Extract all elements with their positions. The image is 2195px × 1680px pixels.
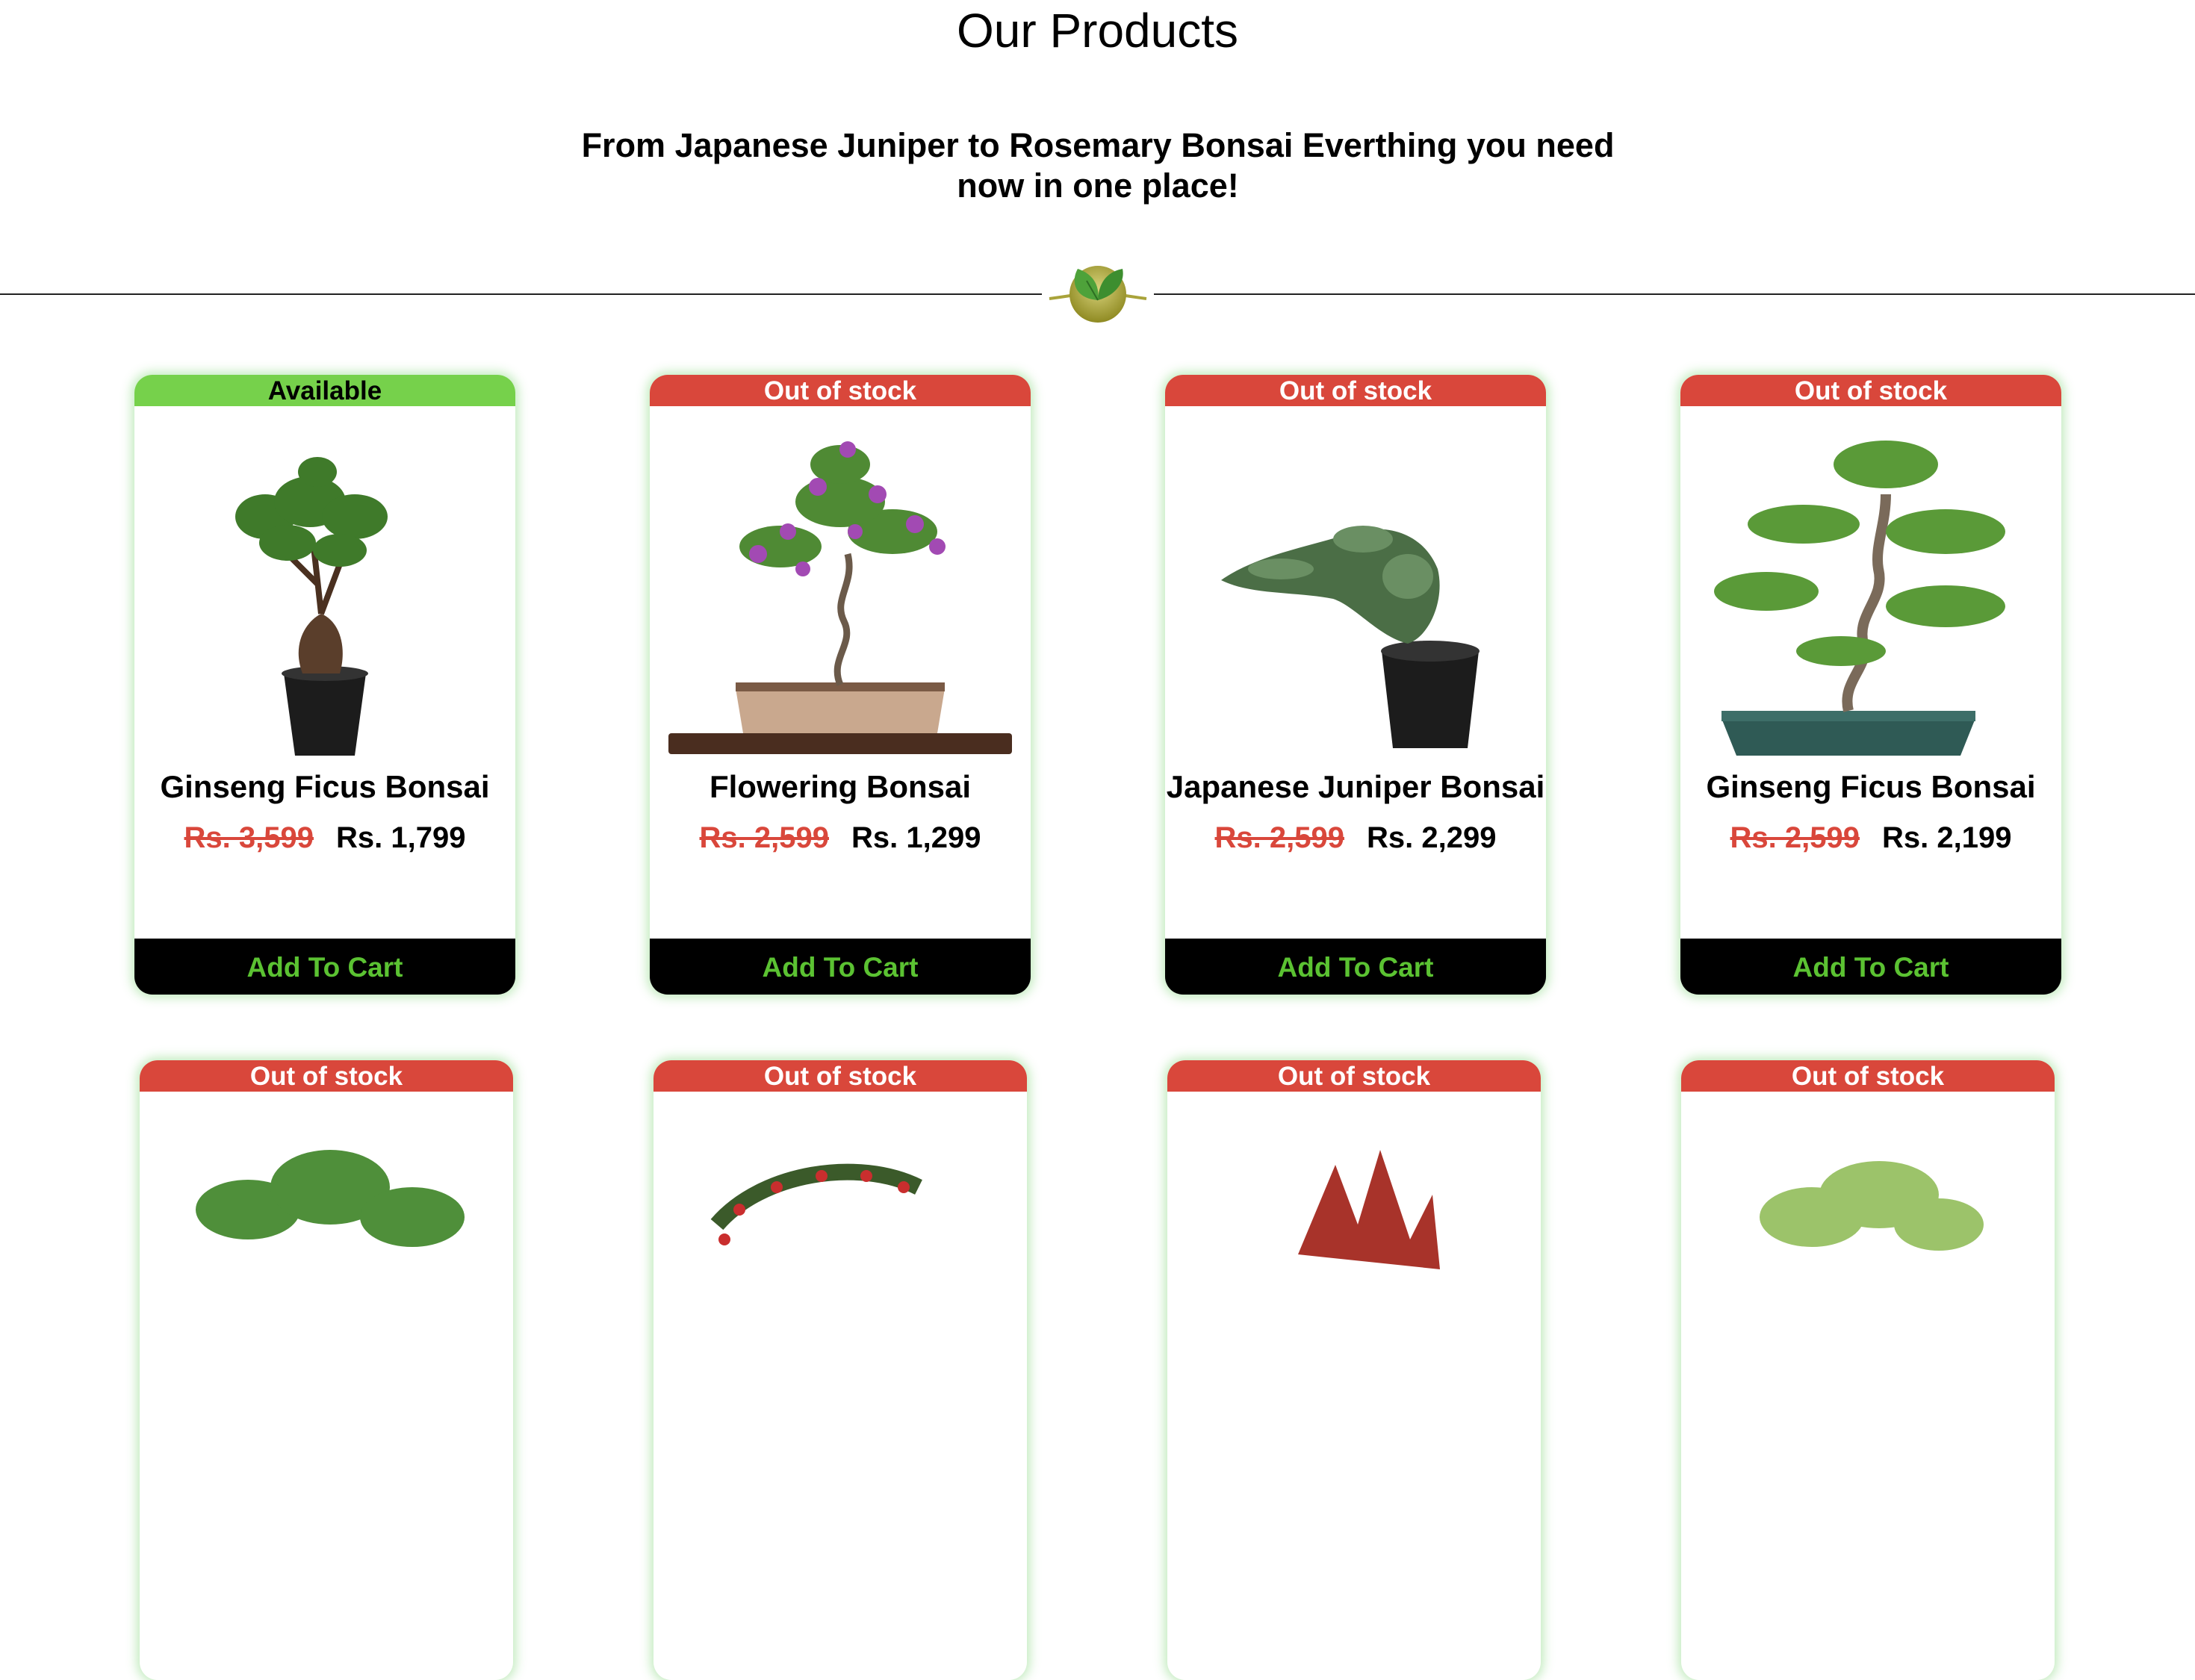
subtitle-line-1: From Japanese Juniper to Rosemary Bonsai… xyxy=(581,126,1615,164)
price-row: Rs. 2,599 Rs. 2,299 xyxy=(1165,821,1546,855)
berry-bonsai-image xyxy=(710,1163,922,1245)
sale-price: Rs. 1,299 xyxy=(851,821,981,854)
sale-price: Rs. 2,299 xyxy=(1367,821,1497,854)
light-green-bonsai-image xyxy=(1760,1161,1984,1251)
ficus-in-black-pot-image xyxy=(235,457,388,756)
availability-badge: Out of stock xyxy=(1167,1060,1541,1092)
price-row: Rs. 2,599 Rs. 1,299 xyxy=(650,821,1031,855)
jade-bonsai-image xyxy=(196,1150,465,1247)
product-card: Available Ginseng Ficus Bonsai Rs. 3,599… xyxy=(134,375,515,995)
section-divider-left xyxy=(0,293,1042,295)
availability-badge: Available xyxy=(134,375,515,406)
page-subtitle: From Japanese Juniper to Rosemary Bonsai… xyxy=(523,125,1673,206)
product-name: Japanese Juniper Bonsai xyxy=(1166,769,1545,804)
add-to-cart-button[interactable]: Add To Cart xyxy=(1165,939,1546,995)
subtitle-line-2: now in one place! xyxy=(957,167,1239,205)
availability-badge: Out of stock xyxy=(1165,375,1546,406)
availability-badge: Out of stock xyxy=(1680,375,2061,406)
juniper-in-black-pot-image xyxy=(1221,526,1480,748)
product-name: Ginseng Ficus Bonsai xyxy=(160,769,490,804)
product-card: Out of stock xyxy=(653,1060,1027,1680)
product-card: Out of stock Japanese Juniper Bonsai Rs.… xyxy=(1165,375,1546,995)
original-price: Rs. 2,599 xyxy=(1214,821,1344,854)
availability-badge: Out of stock xyxy=(650,375,1031,406)
original-price: Rs. 3,599 xyxy=(184,821,314,854)
availability-badge: Out of stock xyxy=(140,1060,513,1092)
price-row: Rs. 2,599 Rs. 2,199 xyxy=(1680,821,2061,855)
product-card: Out of stock xyxy=(140,1060,513,1680)
availability-badge: Out of stock xyxy=(1681,1060,2055,1092)
price-row: Rs. 3,599 Rs. 1,799 xyxy=(134,821,515,855)
product-name: Ginseng Ficus Bonsai xyxy=(1706,769,2036,804)
flowering-bonsai-on-tray-image xyxy=(668,441,1012,754)
original-price: Rs. 2,599 xyxy=(1730,821,1860,854)
availability-badge: Out of stock xyxy=(653,1060,1027,1092)
product-card: Out of stock Ginseng Ficus Bonsai Rs. 2,… xyxy=(1680,375,2061,995)
red-maple-bonsai-image xyxy=(1298,1150,1440,1269)
add-to-cart-button[interactable]: Add To Cart xyxy=(134,939,515,995)
add-to-cart-button[interactable]: Add To Cart xyxy=(650,939,1031,995)
page-title: Our Products xyxy=(956,4,1239,57)
original-price: Rs. 2,599 xyxy=(699,821,829,854)
bonsai-in-blue-tray-image xyxy=(1714,441,2005,756)
sale-price: Rs. 2,199 xyxy=(1882,821,2012,854)
section-divider-right xyxy=(1154,293,2195,295)
leaf-logo-icon xyxy=(1049,266,1147,323)
product-name: Flowering Bonsai xyxy=(709,769,972,804)
sale-price: Rs. 1,799 xyxy=(336,821,466,854)
product-card: Out of stock xyxy=(1167,1060,1541,1680)
product-card: Out of stock Flowering Bonsai Rs. 2,599 R… xyxy=(650,375,1031,995)
product-card: Out of stock xyxy=(1681,1060,2055,1680)
add-to-cart-button[interactable]: Add To Cart xyxy=(1680,939,2061,995)
